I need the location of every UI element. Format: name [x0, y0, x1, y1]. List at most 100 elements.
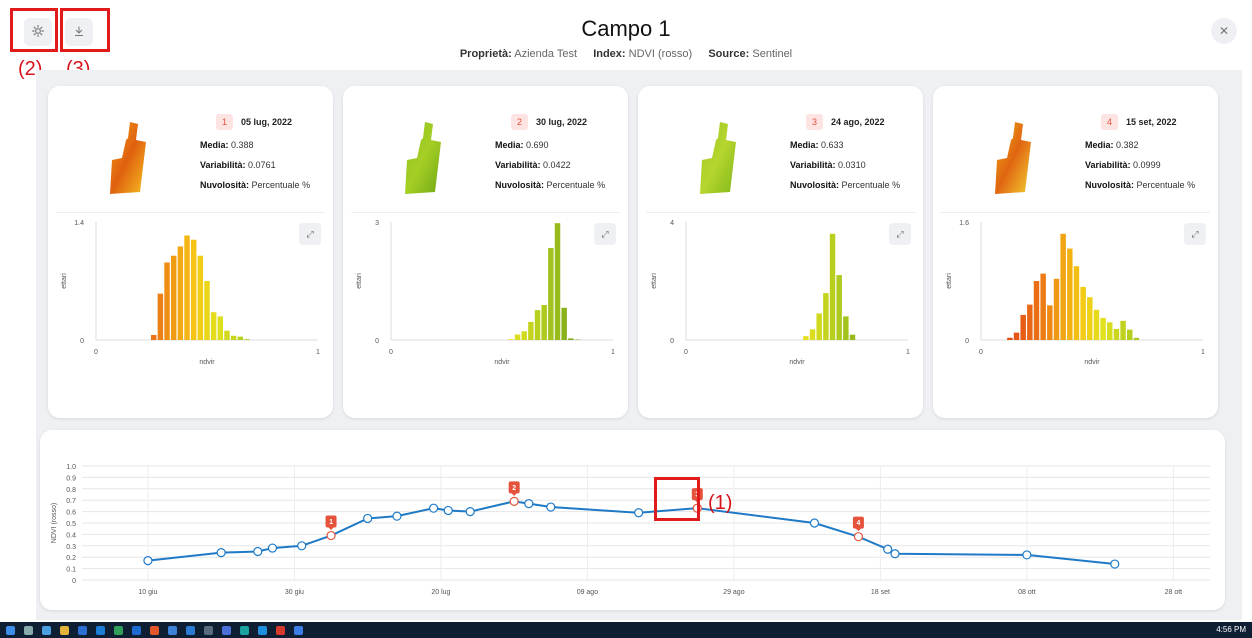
histogram-bar	[1120, 320, 1126, 340]
card-divider	[56, 212, 325, 213]
data-point[interactable]	[143, 556, 153, 566]
expand-button[interactable]: ⤢	[594, 223, 616, 245]
y-tick-label: 0	[72, 578, 76, 585]
histogram-bar	[177, 246, 184, 340]
media-value: 0.633	[821, 140, 844, 150]
histogram-bar	[210, 312, 217, 340]
x-axis-label: ndvir	[494, 359, 510, 366]
windows-start-icon[interactable]	[6, 626, 15, 635]
taskbar-app-icon[interactable]	[150, 626, 159, 635]
image-card-2[interactable]: 2 30 lug, 2022 Media: 0.690 Variabilità:…	[343, 86, 628, 418]
image-date: 30 lug, 2022	[536, 117, 588, 127]
data-point[interactable]	[546, 502, 556, 512]
image-marker-label: 4	[856, 520, 860, 527]
media-value: 0.690	[526, 140, 549, 150]
data-point[interactable]	[853, 532, 864, 542]
y-tick-label: 1.4	[74, 220, 84, 227]
data-point[interactable]	[509, 496, 519, 506]
data-point[interactable]	[326, 530, 336, 541]
expand-button[interactable]: ⤢	[1184, 223, 1206, 245]
data-point[interactable]	[267, 543, 278, 553]
histogram-bar	[1060, 233, 1066, 340]
histogram-bar	[548, 247, 554, 340]
histogram-bar	[1093, 309, 1100, 340]
data-point[interactable]	[297, 541, 307, 551]
ndvi-timeseries-card: 0 0.1 0.2 0.3 0.4 0.5 0.6 0.7 0.8 0.9 1.0 10 giu 30 …	[40, 430, 1225, 610]
y-tick-label: 0.1	[66, 567, 76, 574]
card-divider	[351, 212, 620, 213]
taskbar-app-icon[interactable]	[168, 626, 177, 635]
image-number-badge: 2	[511, 114, 528, 130]
x-tick-label: 1	[906, 349, 910, 356]
taskbar-app-icon[interactable]	[276, 626, 285, 635]
histogram-bar	[849, 334, 856, 340]
data-point[interactable]	[890, 549, 900, 559]
data-point[interactable]	[634, 508, 644, 518]
histogram-bar	[1113, 328, 1120, 340]
data-point[interactable]	[1110, 559, 1120, 569]
expand-button[interactable]: ⤢	[889, 223, 911, 245]
field-thumbnail	[110, 122, 146, 194]
image-marker-2[interactable]: 2	[508, 481, 520, 496]
variabilita-row: Variabilità: 0.0999	[1085, 160, 1210, 170]
data-point[interactable]	[524, 499, 534, 509]
data-point[interactable]	[392, 511, 402, 521]
histogram-bar	[244, 339, 250, 340]
histogram-bar	[150, 334, 157, 340]
data-point[interactable]	[883, 544, 893, 554]
image-marker-label: 1	[329, 519, 333, 526]
taskbar-app-icon[interactable]	[240, 626, 249, 635]
histogram-bar	[803, 336, 809, 340]
x-axis-label: ndvir	[1084, 359, 1100, 366]
taskbar-app-icon[interactable]	[96, 626, 105, 635]
taskbar-app-icon[interactable]	[186, 626, 195, 635]
nuvolosita-label: Nuvolosità:	[1085, 180, 1135, 190]
image-marker-1[interactable]: 1	[325, 515, 337, 531]
data-point[interactable]	[465, 506, 475, 517]
field-thumbnail	[700, 122, 736, 194]
y-axis-label: ettari	[61, 273, 68, 289]
source-label: Source:	[708, 48, 750, 60]
expand-button[interactable]: ⤢	[299, 223, 321, 245]
data-point[interactable]	[443, 505, 453, 516]
data-point[interactable]	[1022, 550, 1032, 560]
variabilita-value: 0.0999	[1133, 160, 1161, 170]
histogram-bar	[568, 338, 574, 340]
close-button[interactable]: ✕	[1211, 18, 1237, 44]
image-date: 24 ago, 2022	[831, 117, 885, 127]
taskbar-app-icon[interactable]	[204, 626, 213, 635]
data-point[interactable]	[253, 546, 263, 557]
data-point[interactable]	[428, 503, 439, 513]
nuvolosita-label: Nuvolosità:	[200, 180, 250, 190]
media-row: Media: 0.382	[1085, 140, 1210, 150]
data-point[interactable]	[809, 518, 820, 528]
taskbar-app-icon[interactable]	[258, 626, 267, 635]
image-card-4[interactable]: 4 15 set, 2022 Media: 0.382 Variabilità:…	[933, 86, 1218, 418]
search-icon[interactable]	[24, 626, 33, 635]
x-tick-label: 1	[611, 349, 615, 356]
variabilita-value: 0.0310	[838, 160, 866, 170]
x-tick-label: 29 ago	[723, 589, 745, 596]
data-point[interactable]	[363, 513, 373, 524]
x-tick-label: 28 ott	[1165, 589, 1183, 596]
x-tick-label: 10 giu	[138, 589, 157, 596]
nuvolosita-row: Nuvolosità: Percentuale %	[790, 180, 915, 190]
image-marker-4[interactable]: 4	[852, 516, 864, 532]
image-number-badge: 4	[1101, 114, 1118, 130]
taskbar-app-icon[interactable]	[42, 626, 51, 635]
taskbar-app-icon[interactable]	[222, 626, 231, 635]
image-card-1[interactable]: 1 05 lug, 2022 Media: 0.388 Variabilità:…	[48, 86, 333, 418]
nuvolosita-row: Nuvolosità: Percentuale %	[200, 180, 325, 190]
y-tick-label: 0	[670, 338, 674, 345]
nuvolosita-value: Percentuale %	[1136, 180, 1196, 190]
x-tick-label: 0	[94, 349, 98, 356]
data-point[interactable]	[216, 548, 226, 558]
y-tick-label: 0.7	[66, 498, 76, 505]
chrome-icon[interactable]	[60, 626, 69, 635]
taskbar-app-icon[interactable]	[294, 626, 303, 635]
ndvi-timeseries-chart: 0 0.1 0.2 0.3 0.4 0.5 0.6 0.7 0.8 0.9 1.0 10 giu 30 …	[51, 464, 1210, 596]
taskbar-app-icon[interactable]	[132, 626, 141, 635]
taskbar-app-icon[interactable]	[78, 626, 87, 635]
taskbar-app-icon[interactable]	[114, 626, 123, 635]
image-card-3[interactable]: 3 24 ago, 2022 Media: 0.633 Variabilità:…	[638, 86, 923, 418]
